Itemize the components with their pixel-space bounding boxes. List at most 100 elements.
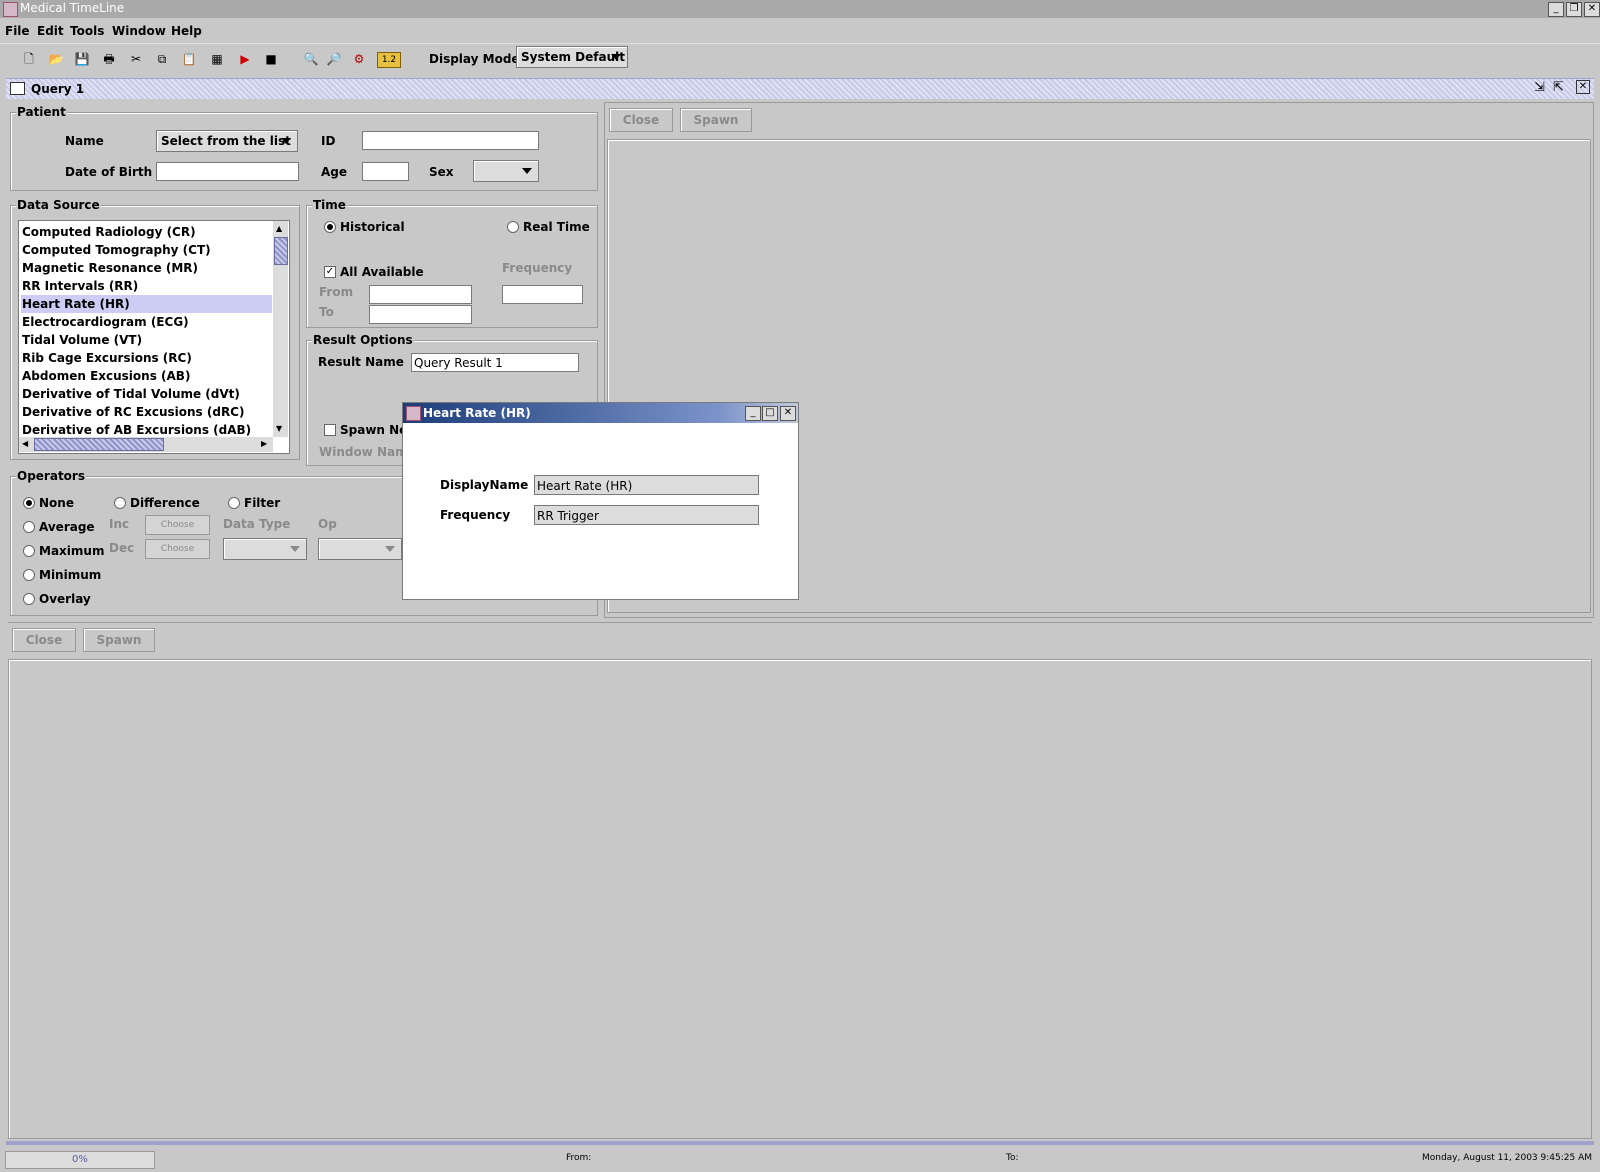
list-item[interactable]: Derivative of Tidal Volume (dVt) — [21, 385, 272, 403]
dec-label: Dec — [109, 541, 135, 555]
list-item[interactable]: Electrocardiogram (ECG) — [21, 313, 272, 331]
menu-file[interactable]: File — [5, 24, 30, 38]
data-source-legend: Data Source — [16, 198, 101, 212]
dialog-frequency-label: Frequency — [440, 508, 511, 522]
scroll-up-icon[interactable]: ▲ — [276, 224, 282, 233]
op-select[interactable] — [318, 538, 402, 560]
chart-icon[interactable]: 1.2 — [377, 52, 401, 68]
maximum-radio[interactable] — [23, 545, 35, 557]
minimize-icon[interactable]: _ — [745, 406, 761, 421]
save-icon[interactable]: 💾 — [73, 50, 91, 68]
all-available-checkbox[interactable]: ✓ — [324, 266, 336, 278]
patient-id-input[interactable] — [362, 131, 539, 150]
patient-name-value: Select from the list — [161, 134, 291, 148]
from-input[interactable] — [369, 285, 472, 304]
maximize-icon[interactable]: □ — [762, 406, 778, 421]
scroll-thumb[interactable] — [34, 438, 164, 451]
dialog-frequency-value: RR Trigger — [537, 509, 599, 523]
sex-select[interactable] — [473, 160, 539, 182]
list-item[interactable]: Abdomen Excusions (AB) — [21, 367, 272, 385]
play-icon[interactable]: ▶ — [236, 50, 254, 68]
scroll-right-icon[interactable]: ▶ — [261, 439, 267, 448]
close-button[interactable]: Close — [609, 108, 673, 132]
dialog-title-bar: Heart Rate (HR) _ □ ✕ — [403, 403, 798, 423]
real-time-radio[interactable] — [507, 221, 519, 233]
restore-icon[interactable]: ❐ — [1566, 2, 1582, 17]
menu-bar: File Edit Tools Window Help — [0, 20, 1600, 42]
spawn-button[interactable]: Spawn — [680, 108, 752, 132]
paste-icon[interactable]: 📋 — [180, 50, 198, 68]
close-frame-icon[interactable]: ✕ — [1576, 80, 1590, 94]
timeline-display-area — [8, 659, 1592, 1139]
iconify-icon[interactable]: ⇲ — [1534, 80, 1545, 95]
stop-icon[interactable]: ■ — [262, 50, 280, 68]
frequency-input[interactable] — [502, 285, 583, 304]
scroll-left-icon[interactable]: ◀ — [22, 439, 28, 448]
average-label: Average — [39, 520, 95, 534]
minimize-icon[interactable]: _ — [1548, 2, 1564, 17]
frame-icon — [10, 82, 25, 95]
zoom-out-icon[interactable]: 🔎 — [325, 50, 343, 68]
list-item[interactable]: Magnetic Resonance (MR) — [21, 259, 272, 277]
difference-radio[interactable] — [114, 497, 126, 509]
chevron-down-icon — [281, 138, 291, 144]
copy-icon[interactable]: ⧉ — [153, 50, 171, 68]
close-button[interactable]: Close — [12, 628, 76, 652]
close-icon[interactable]: ✕ — [780, 406, 796, 421]
to-input[interactable] — [369, 305, 472, 324]
settings-icon[interactable]: ⚙ — [350, 50, 368, 68]
display-name-label: DisplayName — [440, 478, 529, 492]
historical-radio[interactable] — [324, 221, 336, 233]
dob-input[interactable] — [156, 162, 299, 181]
list-item[interactable]: Tidal Volume (VT) — [21, 331, 272, 349]
horizontal-scrollbar[interactable]: ◀ ▶ — [19, 437, 273, 452]
filter-radio[interactable] — [228, 497, 240, 509]
data-source-list[interactable]: Computed Radiology (CR) Computed Tomogra… — [18, 220, 290, 454]
list-item[interactable]: Computed Tomography (CT) — [21, 241, 272, 259]
display-mode-select[interactable]: System Default — [516, 46, 628, 68]
result-name-input[interactable]: Query Result 1 — [411, 353, 579, 372]
open-icon[interactable]: 📂 — [47, 50, 65, 68]
list-item[interactable]: Derivative of RC Excusions (dRC) — [21, 403, 272, 421]
data-source-group: Data Source Computed Radiology (CR) Comp… — [10, 198, 300, 460]
list-item[interactable]: Computed Radiology (CR) — [21, 223, 272, 241]
chevron-down-icon — [522, 168, 532, 174]
filter-label: Filter — [244, 496, 281, 510]
minimum-radio[interactable] — [23, 569, 35, 581]
spawn-button[interactable]: Spawn — [83, 628, 155, 652]
patient-name-select[interactable]: Select from the list — [156, 130, 298, 152]
result-options-legend: Result Options — [312, 333, 414, 347]
none-radio[interactable] — [23, 497, 35, 509]
menu-help[interactable]: Help — [171, 24, 202, 38]
name-label: Name — [65, 134, 104, 148]
menu-edit[interactable]: Edit — [37, 24, 64, 38]
cut-icon[interactable]: ✂ — [127, 50, 145, 68]
new-icon[interactable]: 🗋 — [20, 50, 38, 68]
maximize-icon[interactable]: ⇱ — [1553, 80, 1564, 95]
dec-choose-button[interactable]: Choose — [145, 539, 210, 559]
data-type-select[interactable] — [223, 538, 307, 560]
scroll-thumb[interactable] — [274, 237, 288, 265]
spawn-new-checkbox[interactable] — [324, 424, 336, 436]
list-item[interactable]: Rib Cage Excursions (RC) — [21, 349, 272, 367]
inc-choose-button[interactable]: Choose — [145, 515, 210, 535]
dialog-frequency-field: RR Trigger — [534, 505, 759, 525]
table-icon[interactable]: ▦ — [208, 50, 226, 68]
menu-window[interactable]: Window — [112, 24, 166, 38]
query-frame-title-bar: Query 1 ⇲ ⇱ ✕ — [6, 78, 1594, 99]
list-item-selected[interactable]: Heart Rate (HR) — [21, 295, 272, 313]
overlay-radio[interactable] — [23, 593, 35, 605]
time-legend: Time — [312, 198, 347, 212]
status-from-label: From: — [566, 1153, 592, 1163]
close-icon[interactable]: ✕ — [1584, 2, 1600, 17]
query-title: Query 1 — [31, 82, 85, 96]
zoom-in-icon[interactable]: 🔍 — [302, 50, 320, 68]
age-input[interactable] — [362, 162, 409, 181]
status-to-label: To: — [1006, 1153, 1019, 1163]
list-item[interactable]: RR Intervals (RR) — [21, 277, 272, 295]
menu-tools[interactable]: Tools — [70, 24, 104, 38]
average-radio[interactable] — [23, 521, 35, 533]
print-icon[interactable]: 🖶 — [100, 50, 118, 68]
scroll-down-icon[interactable]: ▼ — [276, 424, 282, 433]
vertical-scrollbar[interactable]: ▲ ▼ — [273, 221, 288, 437]
